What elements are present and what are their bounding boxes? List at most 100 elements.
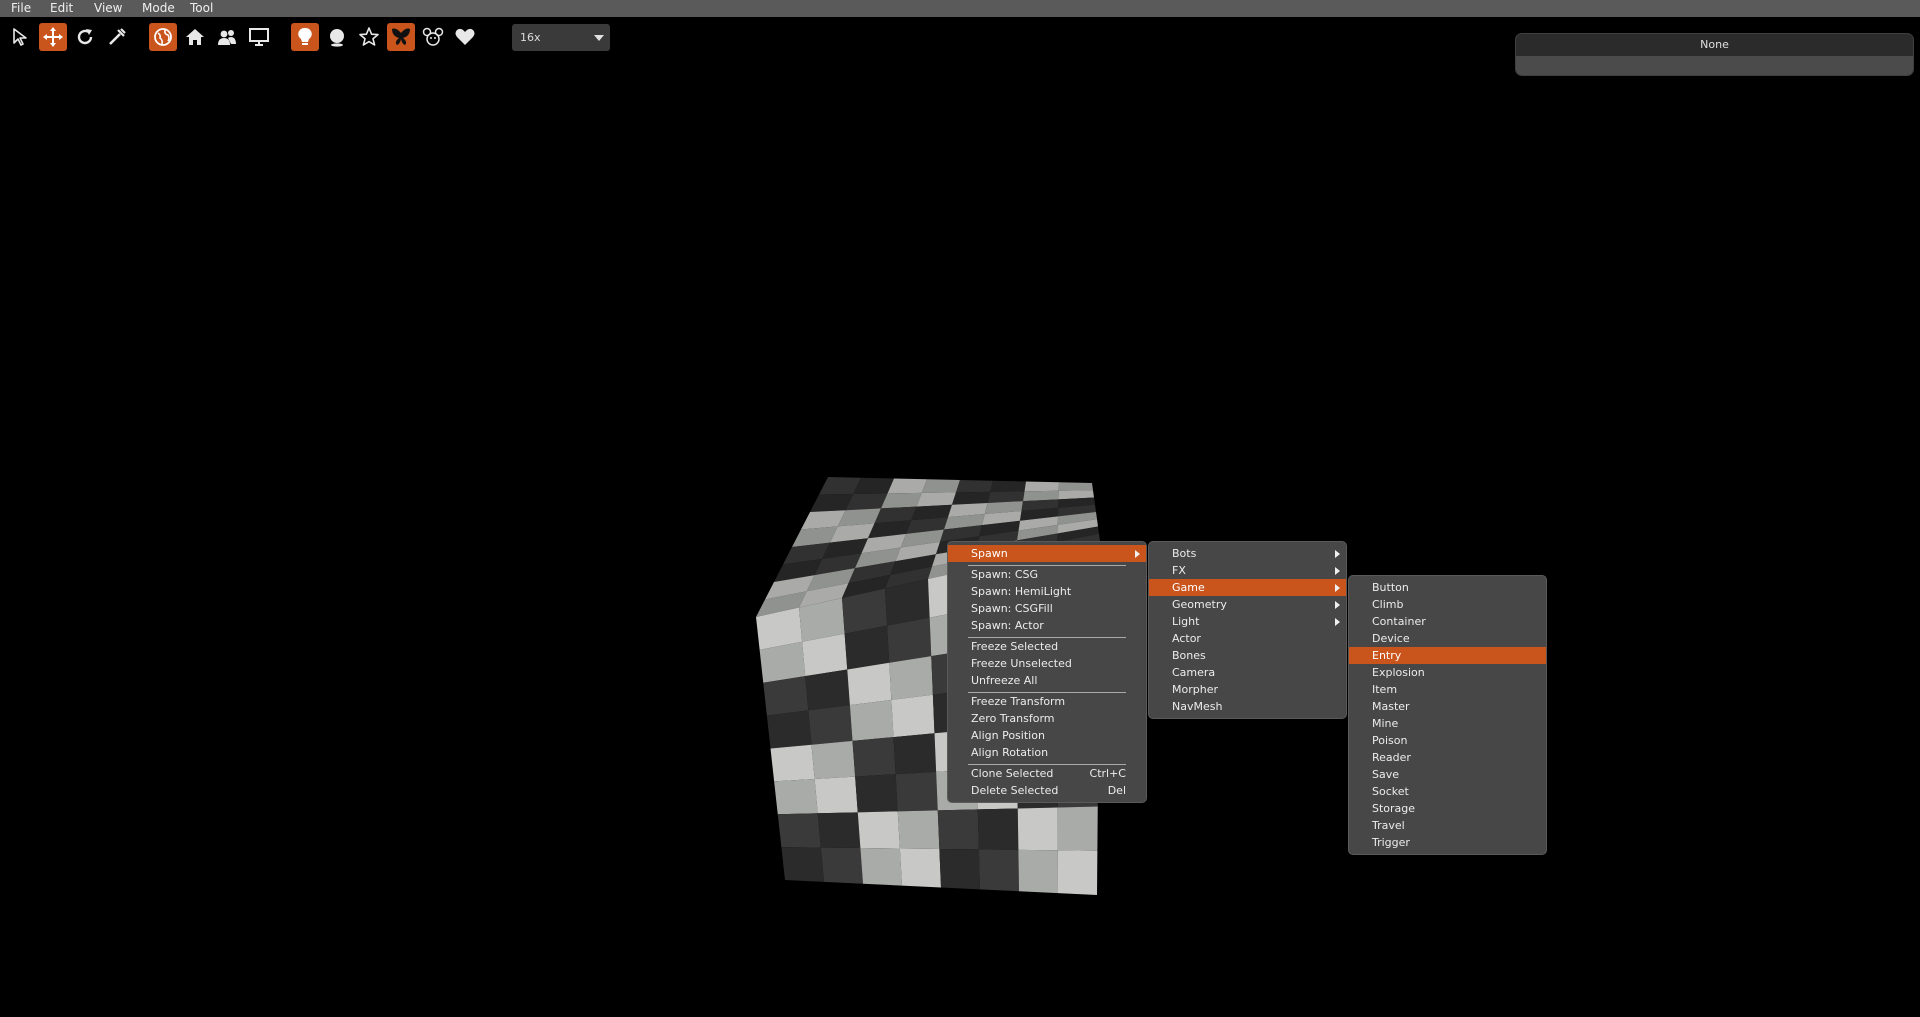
- context-menu-item-spawn-hemilight[interactable]: Spawn: HemiLight: [948, 583, 1146, 600]
- cube-tile: [956, 480, 993, 493]
- light-tool-button[interactable]: [291, 23, 319, 51]
- spawn-menu-item-fx[interactable]: FX: [1149, 562, 1346, 579]
- cube-tile: [987, 491, 1025, 503]
- spawn-menu-item-bots[interactable]: Bots: [1149, 545, 1346, 562]
- context-menu-item-unfreeze-all[interactable]: Unfreeze All: [948, 672, 1146, 689]
- game-menu-item-item[interactable]: Item: [1349, 681, 1546, 698]
- spawn-menu-item-camera[interactable]: Camera: [1149, 664, 1346, 681]
- context-menu-item-label: Spawn: CSG: [971, 568, 1039, 581]
- select-tool-button[interactable]: [7, 23, 35, 51]
- spawn-menu-item-light[interactable]: Light: [1149, 613, 1346, 630]
- game-menu-item-trigger[interactable]: Trigger: [1349, 834, 1546, 851]
- game-menu-item-entry[interactable]: Entry: [1349, 647, 1546, 664]
- globe-icon: [154, 28, 172, 46]
- context-menu-item-freeze-unselected[interactable]: Freeze Unselected: [948, 655, 1146, 672]
- game-menu-item-label: Save: [1372, 768, 1400, 781]
- game-menu-item-label: Climb: [1372, 598, 1404, 611]
- context-menu-item-freeze-selected[interactable]: Freeze Selected: [948, 638, 1146, 655]
- viewport-cube[interactable]: [0, 0, 1920, 1017]
- cube-tile: [1023, 490, 1059, 502]
- game-menu-item-master[interactable]: Master: [1349, 698, 1546, 715]
- game-menu-item-label: Entry: [1372, 649, 1402, 662]
- users-icon: [218, 30, 236, 45]
- game-menu-item-label: Item: [1372, 683, 1398, 696]
- spawn-menu-item-label: Game: [1172, 581, 1205, 594]
- game-menu-item-socket[interactable]: Socket: [1349, 783, 1546, 800]
- chevron-right-icon: [1335, 567, 1340, 575]
- spawn-menu-item-geometry[interactable]: Geometry: [1149, 596, 1346, 613]
- context-menu-item-label: Clone Selected: [971, 767, 1054, 780]
- spawn-menu-item-morpher[interactable]: Morpher: [1149, 681, 1346, 698]
- menu-tool[interactable]: Tool: [188, 0, 215, 17]
- cube-tile: [811, 740, 856, 779]
- context-menu-item-zero-transform[interactable]: Zero Transform: [948, 710, 1146, 727]
- butterfly-tool-button[interactable]: [387, 23, 415, 51]
- chevron-right-icon: [1335, 618, 1340, 626]
- game-menu-item-button[interactable]: Button: [1349, 579, 1546, 596]
- scale-icon: [109, 28, 126, 45]
- game-menu-item-explosion[interactable]: Explosion: [1349, 664, 1546, 681]
- context-menu-item-clone-selected[interactable]: Clone Selected Ctrl+C: [948, 765, 1146, 782]
- mouse-tool-button[interactable]: [419, 23, 447, 51]
- cube-tile: [895, 771, 938, 812]
- spawn-menu-item-navmesh[interactable]: NavMesh: [1149, 698, 1346, 715]
- game-menu-item-storage[interactable]: Storage: [1349, 800, 1546, 817]
- context-menu-item-delete-selected[interactable]: Delete Selected Del: [948, 782, 1146, 799]
- cube-tile: [937, 809, 979, 850]
- game-menu-item-mine[interactable]: Mine: [1349, 715, 1546, 732]
- sphere-tool-button[interactable]: [323, 23, 351, 51]
- context-menu-item-spawn[interactable]: Spawn: [948, 545, 1146, 562]
- game-menu-item-climb[interactable]: Climb: [1349, 596, 1546, 613]
- move-tool-button[interactable]: [39, 23, 67, 51]
- context-menu-item-align-position[interactable]: Align Position: [948, 727, 1146, 744]
- context-menu-item-spawn-actor[interactable]: Spawn: Actor: [948, 617, 1146, 634]
- game-menu-item-label: Container: [1372, 615, 1426, 628]
- chevron-right-icon: [1335, 584, 1340, 592]
- mouse-icon: [422, 27, 444, 46]
- cube-tile: [939, 848, 980, 890]
- game-menu-item-travel[interactable]: Travel: [1349, 817, 1546, 834]
- game-menu-item-device[interactable]: Device: [1349, 630, 1546, 647]
- game-menu-item-container[interactable]: Container: [1349, 613, 1546, 630]
- chevron-down-icon: [594, 35, 604, 41]
- context-menu-item-spawn-csg[interactable]: Spawn: CSG: [948, 566, 1146, 583]
- home-tool-button[interactable]: [181, 23, 209, 51]
- selection-panel-body: [1516, 56, 1913, 75]
- heart-tool-button[interactable]: [451, 23, 479, 51]
- context-menu-item-freeze-transform[interactable]: Freeze Transform: [948, 693, 1146, 710]
- chevron-right-icon: [1135, 550, 1140, 558]
- cube-tile: [889, 656, 933, 700]
- context-menu-item-spawn-csgfill[interactable]: Spawn: CSGFill: [948, 600, 1146, 617]
- spawn-menu-item-game[interactable]: Game: [1149, 579, 1346, 596]
- spawn-menu-item-actor[interactable]: Actor: [1149, 630, 1346, 647]
- cube-tile: [820, 847, 863, 884]
- game-menu-item-reader[interactable]: Reader: [1349, 749, 1546, 766]
- monitor-tool-button[interactable]: [245, 23, 273, 51]
- zoom-select[interactable]: 16x: [512, 24, 610, 51]
- spawn-menu-item-bones[interactable]: Bones: [1149, 647, 1346, 664]
- world-tool-button[interactable]: [149, 23, 177, 51]
- cube-tile: [814, 776, 858, 814]
- menu-mode[interactable]: Mode: [140, 0, 177, 17]
- scale-tool-button[interactable]: [103, 23, 131, 51]
- menu-edit[interactable]: Edit: [48, 0, 75, 17]
- game-menu-item-save[interactable]: Save: [1349, 766, 1546, 783]
- cube-tile: [852, 737, 896, 777]
- star-tool-button[interactable]: [355, 23, 383, 51]
- game-menu-item-poison[interactable]: Poison: [1349, 732, 1546, 749]
- users-tool-button[interactable]: [213, 23, 241, 51]
- cube-tile: [1058, 482, 1093, 491]
- cube-tile: [849, 699, 894, 741]
- game-menu-item-label: Device: [1372, 632, 1410, 645]
- game-submenu: Button Climb Container Device Entry Explosion…: [1348, 575, 1547, 855]
- cube-tile: [899, 848, 941, 888]
- context-menu-item-align-rotation[interactable]: Align Rotation: [948, 744, 1146, 761]
- cube-tile: [921, 479, 960, 493]
- spawn-menu-item-label: NavMesh: [1172, 700, 1223, 713]
- game-menu-item-label: Button: [1372, 581, 1409, 594]
- menu-view[interactable]: View: [92, 0, 124, 17]
- sphere-icon: [330, 29, 344, 47]
- menu-file[interactable]: File: [9, 0, 33, 17]
- game-menu-item-label: Storage: [1372, 802, 1416, 815]
- rotate-tool-button[interactable]: [71, 23, 99, 51]
